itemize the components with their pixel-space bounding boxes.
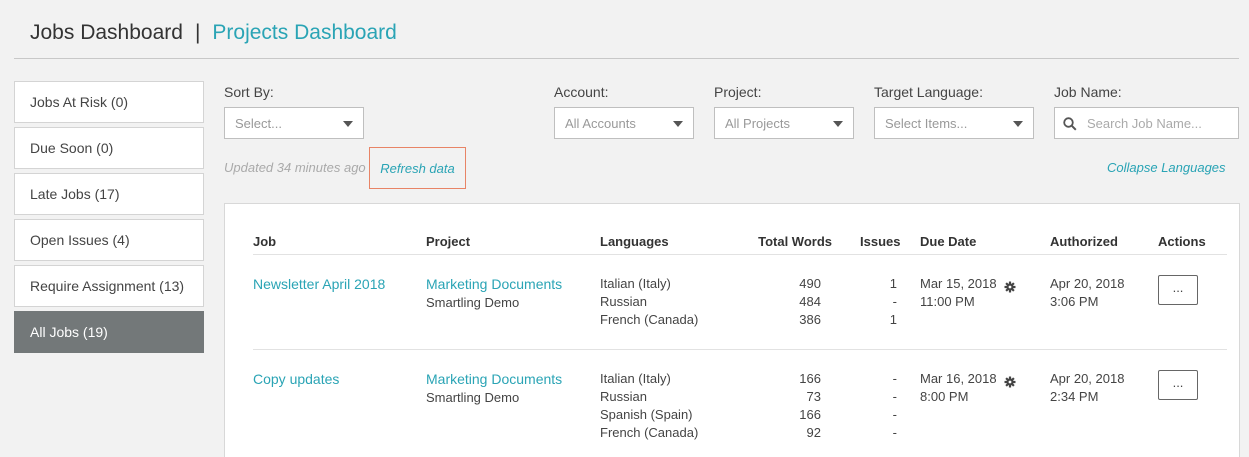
languages-list: Italian (Italy) Russian Spanish (Spain) …: [600, 371, 699, 440]
actions-button[interactable]: ...: [1158, 370, 1198, 400]
job-link[interactable]: Copy updates: [253, 370, 339, 388]
job-name-label: Job Name:: [1054, 84, 1122, 100]
account-name: Smartling Demo: [426, 390, 520, 405]
sidebar-item-open-issues[interactable]: Open Issues (4): [14, 219, 204, 261]
header-authorized: Authorized: [1050, 234, 1118, 249]
target-language-select[interactable]: Select Items...: [874, 107, 1034, 139]
jobs-dashboard-title: Jobs Dashboard: [30, 21, 183, 44]
header-total-words: Total Words: [758, 234, 832, 249]
actions-button[interactable]: ...: [1158, 275, 1198, 305]
updated-text: Updated 34 minutes ago: [224, 160, 366, 175]
sidebar-item-jobs-at-risk[interactable]: Jobs At Risk (0): [14, 81, 204, 123]
account-select[interactable]: All Accounts: [554, 107, 694, 139]
header-due-date: Due Date: [920, 234, 977, 249]
sidebar: Jobs At Risk (0) Due Soon (0) Late Jobs …: [14, 81, 204, 357]
chevron-down-icon: [673, 121, 683, 127]
project-link[interactable]: Marketing Documents: [426, 275, 562, 293]
sort-by-label: Sort By:: [224, 84, 274, 100]
header-actions: Actions: [1158, 234, 1206, 249]
project-link[interactable]: Marketing Documents: [426, 370, 562, 388]
target-language-value: Select Items...: [885, 115, 968, 131]
header-job: Job: [253, 234, 277, 249]
header-issues: Issues: [860, 234, 901, 249]
authorized-date: Apr 20, 2018 3:06 PM: [1050, 276, 1125, 309]
collapse-languages-link[interactable]: Collapse Languages: [1107, 160, 1226, 175]
authorized-date: Apr 20, 2018 2:34 PM: [1050, 371, 1125, 404]
project-value: All Projects: [725, 115, 791, 131]
chevron-down-icon: [1013, 121, 1023, 127]
header-languages: Languages: [600, 234, 669, 249]
header-project: Project: [426, 234, 471, 249]
gear-icon[interactable]: [1004, 376, 1016, 388]
account-label: Account:: [554, 84, 609, 100]
chevron-down-icon: [343, 121, 353, 127]
due-date: Mar 16, 2018 8:00 PM: [920, 371, 997, 404]
header-divider: [14, 58, 1239, 59]
issues-count: - - - -: [892, 371, 897, 440]
row-divider-line: [253, 349, 1227, 350]
projects-dashboard-link[interactable]: Projects Dashboard: [212, 21, 396, 45]
sidebar-item-late-jobs[interactable]: Late Jobs (17): [14, 173, 204, 215]
sidebar-item-all-jobs[interactable]: All Jobs (19): [14, 311, 204, 353]
job-name-input[interactable]: [1087, 108, 1235, 138]
issues-count: 1 - 1: [889, 276, 897, 327]
sort-by-select[interactable]: Select...: [224, 107, 364, 139]
project-label: Project:: [714, 84, 762, 100]
search-icon: [1063, 117, 1077, 131]
sidebar-item-require-assignment[interactable]: Require Assignment (13): [14, 265, 204, 307]
header-divider-line: [253, 254, 1227, 255]
total-words: 490 484 386: [799, 276, 821, 327]
due-date: Mar 15, 2018 11:00 PM: [920, 276, 997, 309]
account-name: Smartling Demo: [426, 295, 520, 310]
refresh-data-link[interactable]: Refresh data: [369, 147, 466, 189]
page-header: Jobs Dashboard | Projects Dashboard: [30, 18, 397, 48]
jobs-table: Job Project Languages Total Words Issues…: [224, 203, 1240, 457]
project-select[interactable]: All Projects: [714, 107, 854, 139]
sidebar-item-due-soon[interactable]: Due Soon (0): [14, 127, 204, 169]
header-separator: |: [194, 21, 201, 44]
account-value: All Accounts: [565, 115, 636, 131]
gear-icon[interactable]: [1004, 281, 1016, 293]
sort-by-value: Select...: [235, 115, 282, 131]
total-words: 166 73 166 92: [799, 371, 821, 440]
target-language-label: Target Language:: [874, 84, 983, 100]
chevron-down-icon: [833, 121, 843, 127]
languages-list: Italian (Italy) Russian French (Canada): [600, 276, 699, 327]
job-link[interactable]: Newsletter April 2018: [253, 275, 385, 293]
job-name-search: [1054, 107, 1239, 139]
